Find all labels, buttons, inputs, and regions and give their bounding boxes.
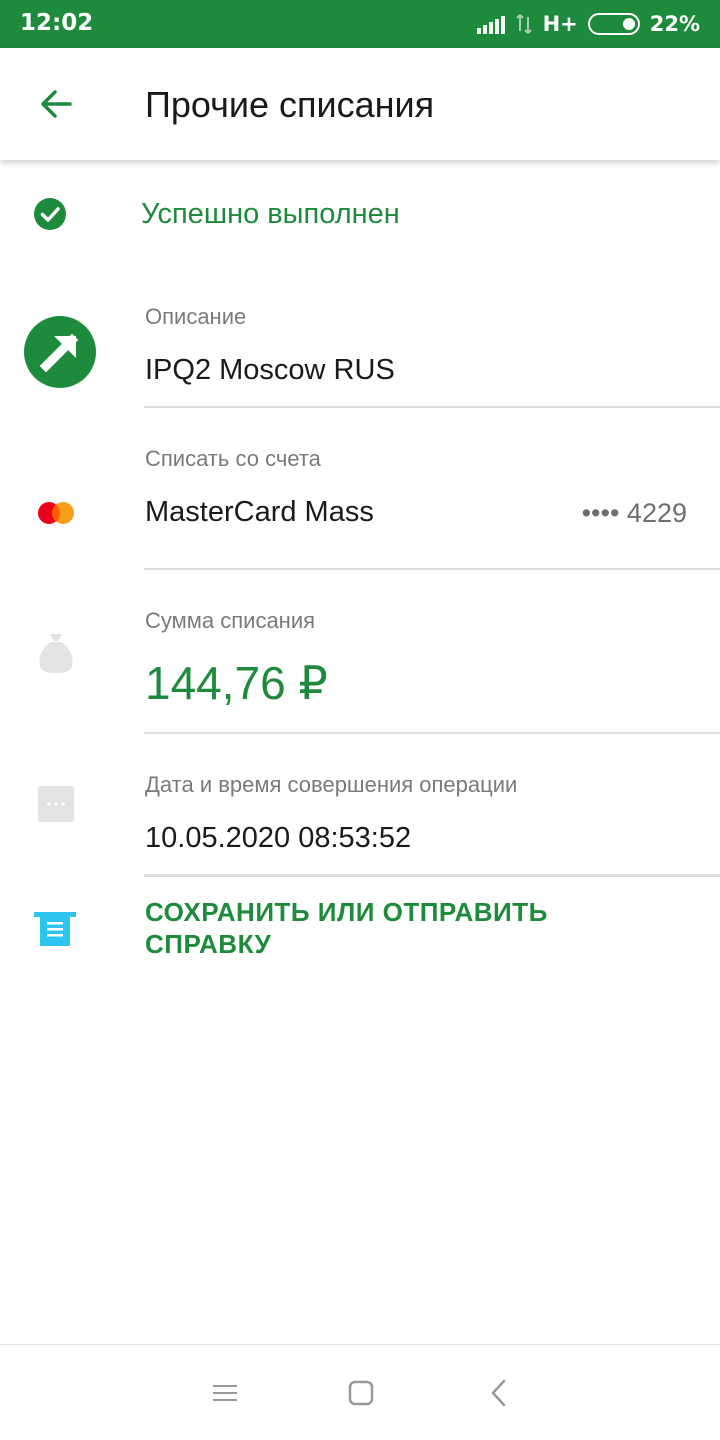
amount-label: Сумма списания: [145, 608, 316, 633]
battery-icon: [587, 13, 640, 35]
divider: [144, 406, 720, 408]
datetime-label: Дата и время совершения операции: [145, 772, 518, 797]
description-value: IPQ2 Moscow RUS: [145, 354, 395, 386]
divider: [144, 874, 720, 877]
home-button[interactable]: [331, 1365, 391, 1421]
battery-percent: 22%: [649, 12, 700, 36]
page-title: Прочие списания: [145, 84, 435, 125]
account-value: MasterCard Mass: [145, 496, 374, 528]
divider: [144, 732, 720, 734]
card-number-mask: •••• 4229: [581, 498, 687, 528]
network-type: H+: [542, 12, 578, 36]
data-transfer-icon: [515, 13, 532, 35]
back-button[interactable]: [28, 76, 84, 132]
app-bar: Прочие списания: [0, 48, 720, 160]
status-text: Успешно выполнен: [141, 198, 400, 230]
menu-icon: [213, 1385, 237, 1401]
description-label: Описание: [145, 304, 247, 329]
back-chevron-icon: [491, 1379, 506, 1407]
check-circle-icon: [34, 198, 66, 230]
transaction-status: Успешно выполнен: [0, 180, 720, 260]
status-bar: 12:02 H+ 22%: [0, 0, 720, 48]
arrow-left-icon: [41, 90, 72, 118]
status-indicators: H+ 22%: [476, 10, 700, 38]
money-bag-icon: [39, 634, 73, 673]
signal-icon: [476, 14, 505, 34]
home-square-icon: [348, 1380, 374, 1406]
arrow-up-right-icon: [24, 316, 96, 388]
datetime-value: 10.05.2020 08:53:52: [145, 822, 412, 854]
account-label: Списать со счета: [145, 446, 321, 471]
more-dots-icon: [38, 786, 74, 822]
receipt-icon: [34, 912, 76, 946]
system-back-button[interactable]: [469, 1365, 529, 1421]
status-time: 12:02: [20, 10, 94, 36]
menu-button[interactable]: [195, 1365, 255, 1421]
system-nav-bar: [0, 1344, 720, 1440]
save-or-send-receipt-button[interactable]: СОХРАНИТЬ ИЛИ ОТПРАВИТЬ СПРАВКУ: [145, 896, 665, 960]
mastercard-icon: [38, 502, 74, 524]
amount-value: 144,76 ₽: [145, 657, 328, 709]
divider: [144, 568, 720, 570]
